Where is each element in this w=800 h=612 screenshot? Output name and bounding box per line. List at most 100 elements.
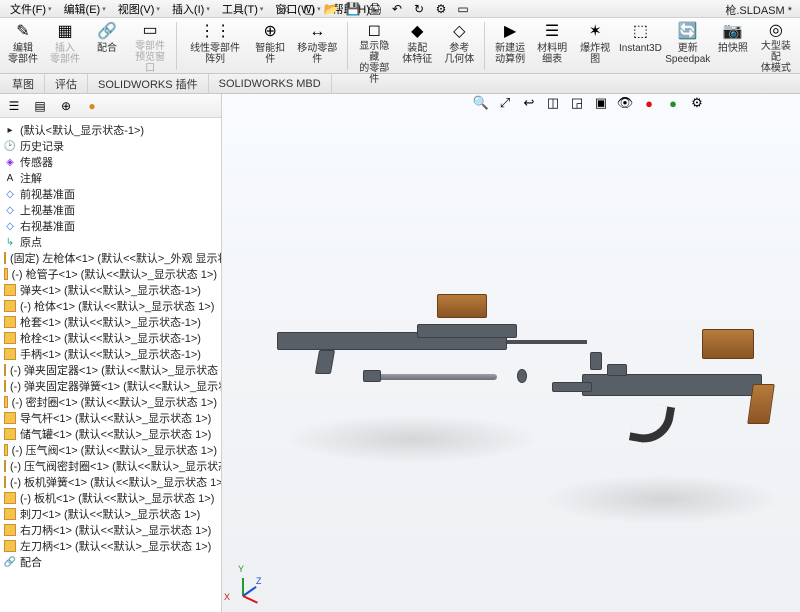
- view-orientation-icon[interactable]: ◲: [568, 94, 586, 112]
- menu-tools[interactable]: 工具(T)▾: [216, 1, 270, 17]
- tree-part[interactable]: (-) 弹夹固定器<1> (默认<<默认>_显示状态 1: [2, 362, 219, 378]
- section-view-icon[interactable]: ◫: [544, 94, 562, 112]
- tree-part[interactable]: (固定) 左枪体<1> (默认<<默认>_外观 显示状: [2, 250, 219, 266]
- linear-pattern-button[interactable]: ⋮⋮线性零部件阵列: [183, 20, 247, 72]
- reference-icon: ◇: [449, 22, 469, 42]
- tree-part[interactable]: 弹夹<1> (默认<<默认>_显示状态-1>): [2, 282, 219, 298]
- new-icon[interactable]: ▢: [301, 1, 317, 17]
- tree-sensors[interactable]: ◈传感器: [2, 154, 219, 170]
- feature-tree-tab[interactable]: ☰: [6, 98, 22, 114]
- tab-sketch[interactable]: 草图: [2, 74, 45, 93]
- large-assembly-mode-button[interactable]: ◎大型装配 体模式: [756, 20, 796, 72]
- tree-front-plane[interactable]: ◇前视基准面: [2, 186, 219, 202]
- panel-tab-strip: ☰ ▤ ⊕ ●: [0, 94, 221, 118]
- feature-icon: ◆: [407, 22, 427, 42]
- tree-part[interactable]: (-) 板机弹簧<1> (默认<<默认>_显示状态 1>): [2, 474, 219, 490]
- tree-part[interactable]: 导气杆<1> (默认<<默认>_显示状态 1>): [2, 410, 219, 426]
- zoom-area-icon[interactable]: ⤢: [496, 94, 514, 112]
- origin-icon: ↳: [4, 236, 16, 248]
- tree-annotations[interactable]: A注解: [2, 170, 219, 186]
- tree-part[interactable]: (-) 枪管子<1> (默认<<默认>_显示状态 1>): [2, 266, 219, 282]
- apply-scene-icon[interactable]: ●: [664, 94, 682, 112]
- exploded-view-button[interactable]: ✶爆炸视图: [575, 20, 615, 72]
- smart-fastener-button[interactable]: ⊕智能扣 件: [251, 20, 289, 72]
- display-style-icon[interactable]: ▣: [592, 94, 610, 112]
- save-icon[interactable]: 💾: [345, 1, 361, 17]
- tree-part[interactable]: 枪栓<1> (默认<<默认>_显示状态-1>): [2, 330, 219, 346]
- rebuild-icon[interactable]: ↻: [411, 1, 427, 17]
- mate-icon: 🔗: [97, 22, 117, 42]
- tree-part[interactable]: 左刀柄<1> (默认<<默认>_显示状态 1>): [2, 538, 219, 554]
- update-speedpak-button[interactable]: 🔄更新 Speedpak: [666, 20, 710, 72]
- snapshot-button[interactable]: 📷拍快照: [714, 20, 752, 72]
- property-manager-tab[interactable]: ▤: [32, 98, 48, 114]
- part-icon: [4, 252, 6, 264]
- tree-root[interactable]: ▸(默认<默认_显示状态-1>): [2, 122, 219, 138]
- mate-button[interactable]: 🔗配合: [88, 20, 126, 72]
- assembly-icon: ▸: [4, 124, 16, 136]
- menu-view[interactable]: 视图(V)▾: [112, 1, 166, 17]
- insert-component-button[interactable]: ▦插入 零部件: [46, 20, 84, 72]
- plane-icon: ◇: [4, 188, 16, 200]
- graphics-viewport[interactable]: 🔍 ⤢ ↩ ◫ ◲ ▣ 👁 ● ● ⚙: [222, 94, 800, 612]
- search-icon[interactable]: ⌕: [279, 1, 295, 17]
- instant3d-button[interactable]: ⬚Instant3D: [619, 20, 661, 72]
- view-triad[interactable]: Y Z X: [228, 566, 268, 606]
- reference-geometry-button[interactable]: ◇参考 几何体: [440, 20, 478, 72]
- selection-icon[interactable]: ▭: [455, 1, 471, 17]
- edit-appearance-icon[interactable]: ●: [640, 94, 658, 112]
- print-icon[interactable]: 🖨: [367, 1, 383, 17]
- tree-part[interactable]: (-) 压气阀<1> (默认<<默认>_显示状态 1>): [2, 442, 219, 458]
- zoom-fit-icon[interactable]: 🔍: [472, 94, 490, 112]
- part-icon: [4, 380, 6, 392]
- tree-right-plane[interactable]: ◇右视基准面: [2, 218, 219, 234]
- hide-show-icon[interactable]: 👁: [616, 94, 634, 112]
- part-icon: [4, 492, 16, 504]
- tab-evaluate[interactable]: 评估: [45, 74, 88, 93]
- part-icon: [4, 444, 8, 456]
- menu-edit[interactable]: 编辑(E)▾: [58, 1, 112, 17]
- menu-file[interactable]: 文件(F)▾: [4, 1, 58, 17]
- tree-part[interactable]: (-) 枪体<1> (默认<<默认>_显示状态 1>): [2, 298, 219, 314]
- configuration-tab[interactable]: ⊕: [58, 98, 74, 114]
- bom-table-button[interactable]: ☰材料明 细表: [533, 20, 571, 72]
- tab-sw-mbd[interactable]: SOLIDWORKS MBD: [209, 74, 332, 93]
- tree-history[interactable]: 🕑历史记录: [2, 138, 219, 154]
- tree-part[interactable]: (-) 压气阀密封圈<1> (默认<<默认>_显示状态: [2, 458, 219, 474]
- assembly-feature-button[interactable]: ◆装配 体特征: [398, 20, 436, 72]
- view-settings-icon[interactable]: ⚙: [688, 94, 706, 112]
- options-icon[interactable]: ⚙: [433, 1, 449, 17]
- tree-top-plane[interactable]: ◇上视基准面: [2, 202, 219, 218]
- tree-part[interactable]: 储气罐<1> (默认<<默认>_显示状态 1>): [2, 426, 219, 442]
- tree-part[interactable]: 刺刀<1> (默认<<默认>_显示状态 1>): [2, 506, 219, 522]
- tree-mates[interactable]: 🔗配合: [2, 554, 219, 570]
- tree-origin[interactable]: ↳原点: [2, 234, 219, 250]
- move-icon: ↔: [307, 22, 327, 42]
- feature-tree[interactable]: ▸(默认<默认_显示状态-1>) 🕑历史记录 ◈传感器 A注解 ◇前视基准面 ◇…: [0, 118, 221, 612]
- show-hidden-button[interactable]: ◻显示隐藏 的零部件: [354, 20, 394, 72]
- tree-part[interactable]: (-) 弹夹固定器弹簧<1> (默认<<默认>_显示状: [2, 378, 219, 394]
- tree-part[interactable]: 手柄<1> (默认<<默认>_显示状态-1>): [2, 346, 219, 362]
- tree-part[interactable]: (-) 密封圈<1> (默认<<默认>_显示状态 1>): [2, 394, 219, 410]
- tree-part[interactable]: (-) 板机<1> (默认<<默认>_显示状态 1>): [2, 490, 219, 506]
- quick-access-toolbar: ⌕ ▢ 📂 💾 🖨 ↶ ↻ ⚙ ▭: [279, 0, 471, 18]
- tab-sw-addins[interactable]: SOLIDWORKS 插件: [88, 74, 209, 93]
- menu-insert[interactable]: 插入(I)▾: [166, 1, 216, 17]
- fastener-icon: ⊕: [260, 22, 280, 42]
- new-motion-study-button[interactable]: ▶新建运 动算例: [491, 20, 529, 72]
- open-icon[interactable]: 📂: [323, 1, 339, 17]
- camera-icon: 📷: [723, 22, 743, 42]
- preview-window-button[interactable]: ▭零部件 预览窗口: [130, 20, 170, 72]
- feature-manager-panel: ☰ ▤ ⊕ ● ▸(默认<默认_显示状态-1>) 🕑历史记录 ◈传感器 A注解 …: [0, 94, 222, 612]
- axis-z-label: Z: [256, 576, 262, 586]
- axis-x-label: X: [224, 592, 230, 602]
- move-component-button[interactable]: ↔移动零部件: [293, 20, 341, 72]
- heads-up-view-toolbar: 🔍 ⤢ ↩ ◫ ◲ ▣ 👁 ● ● ⚙: [472, 94, 706, 112]
- display-manager-tab[interactable]: ●: [84, 98, 100, 114]
- edit-component-button[interactable]: ✎编辑 零部件: [4, 20, 42, 72]
- tree-part[interactable]: 枪套<1> (默认<<默认>_显示状态-1>): [2, 314, 219, 330]
- prev-view-icon[interactable]: ↩: [520, 94, 538, 112]
- undo-icon[interactable]: ↶: [389, 1, 405, 17]
- tree-part[interactable]: 右刀柄<1> (默认<<默认>_显示状态 1>): [2, 522, 219, 538]
- part-icon: [4, 428, 16, 440]
